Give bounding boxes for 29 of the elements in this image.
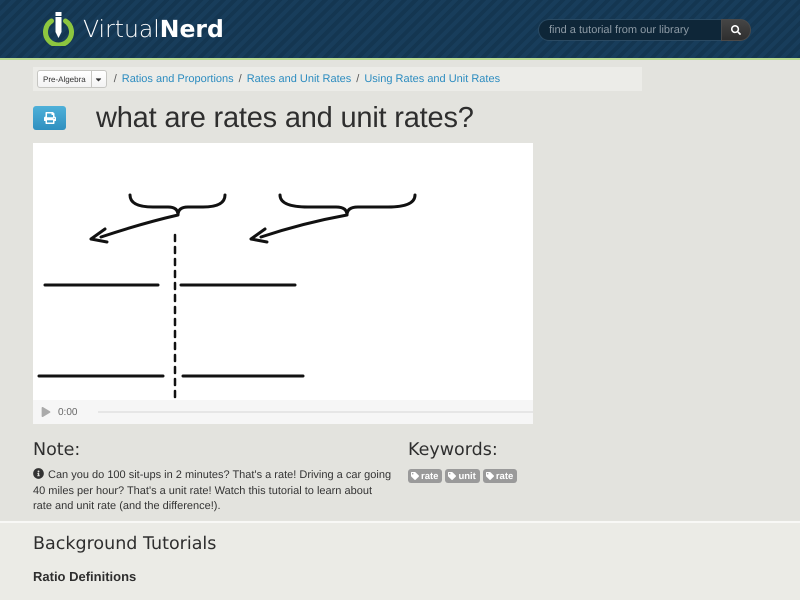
tag-icon bbox=[411, 472, 419, 480]
keyword-tag[interactable]: rate bbox=[408, 469, 442, 483]
breadcrumb-link[interactable]: Ratios and Proportions bbox=[122, 73, 234, 85]
keyword-tag[interactable]: unit bbox=[445, 469, 480, 483]
search-icon bbox=[731, 25, 741, 35]
breadcrumb-separator: / bbox=[238, 73, 242, 85]
page-title: what are rates and unit rates? bbox=[96, 102, 474, 134]
breadcrumb-separator: / bbox=[356, 73, 360, 85]
printer-icon bbox=[44, 112, 56, 124]
note-heading: Note: bbox=[33, 439, 80, 462]
tag-icon bbox=[486, 472, 494, 480]
tag-icon bbox=[448, 472, 456, 480]
info-icon bbox=[33, 468, 44, 479]
print-button[interactable] bbox=[33, 106, 66, 130]
keywords-heading: Keywords: bbox=[408, 439, 498, 462]
logo-icon bbox=[42, 12, 75, 46]
keyword-tag[interactable]: rate bbox=[482, 469, 518, 483]
search-field[interactable]: find a tutorial from our library bbox=[538, 19, 721, 41]
breadcrumb-separator: / bbox=[114, 73, 117, 85]
logo-text[interactable]: VirtualNerd bbox=[83, 15, 224, 43]
video-time: 0:00 bbox=[58, 406, 78, 418]
breadcrumb-link[interactable]: Using Rates and Unit Rates bbox=[364, 73, 500, 85]
tutorial-link[interactable]: Ratio Definitions bbox=[33, 568, 136, 584]
note-text: Can you do 100 sit-ups in 2 minutes? That's a rate! Driving a car going 40 miles per hour? That's a unit rate! Watch this tutorial to learn about rate and unit rate (and the difference!). bbox=[33, 468, 392, 514]
subject-select[interactable]: Pre-Algebra bbox=[37, 70, 107, 88]
breadcrumb-link[interactable]: Rates and Unit Rates bbox=[246, 73, 352, 85]
play-icon[interactable] bbox=[41, 407, 51, 417]
section-heading: Background Tutorials bbox=[33, 532, 216, 556]
search-button[interactable] bbox=[721, 19, 751, 41]
